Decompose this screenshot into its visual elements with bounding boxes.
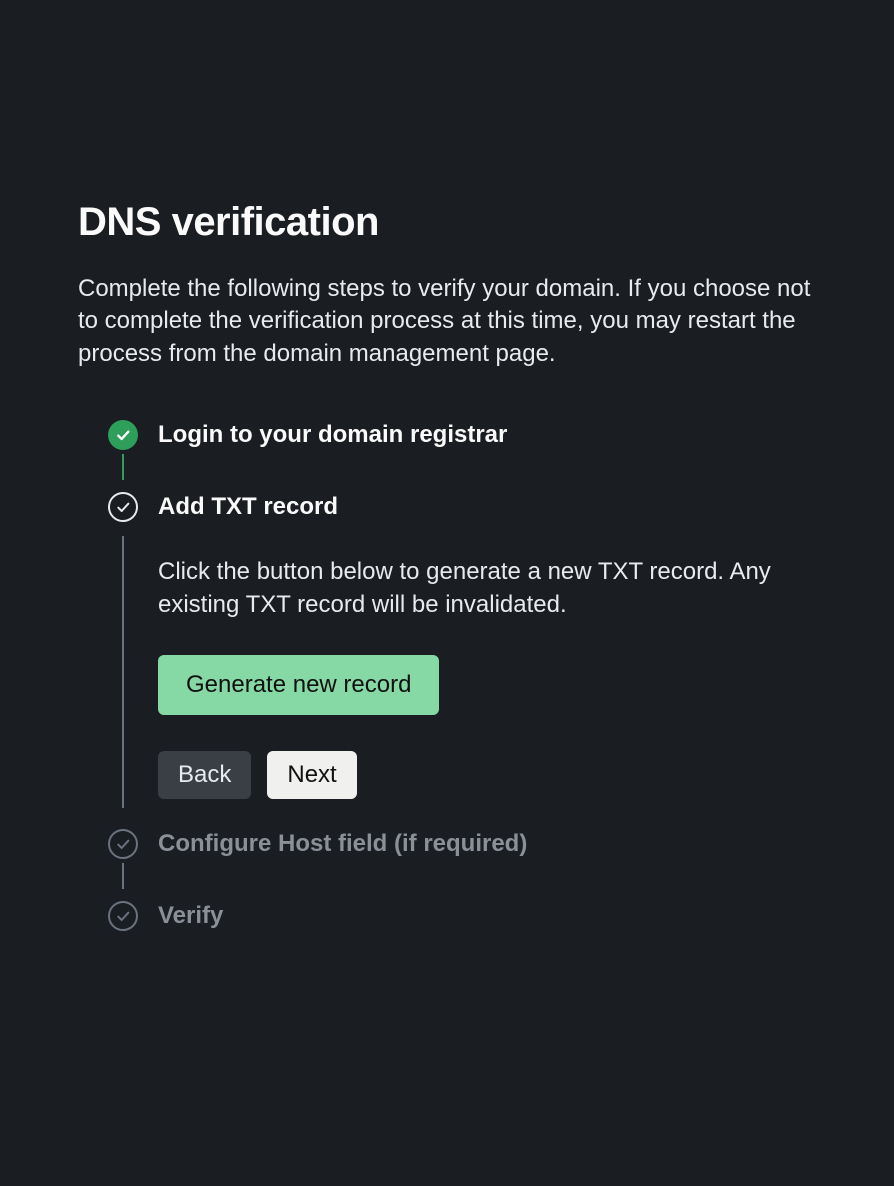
step-title: Add TXT record — [158, 492, 816, 522]
check-circle-icon — [108, 420, 138, 450]
steps-wizard: Login to your domain registrar Add TXT r… — [78, 420, 816, 961]
step-nav-buttons: Back Next — [158, 751, 816, 799]
page-description: Complete the following steps to verify y… — [78, 273, 816, 370]
next-button[interactable]: Next — [267, 751, 356, 799]
step-title: Configure Host field (if required) — [158, 829, 816, 859]
step-add-txt-record: Add TXT record Click the button below to… — [108, 492, 816, 829]
page-title: DNS verification — [78, 200, 816, 245]
step-description: Click the button below to generate a new… — [158, 556, 798, 621]
step-verify: Verify — [108, 901, 816, 961]
check-circle-icon — [108, 492, 138, 522]
check-circle-icon — [108, 901, 138, 931]
generate-record-button[interactable]: Generate new record — [158, 655, 439, 715]
step-title: Verify — [158, 901, 816, 931]
back-button[interactable]: Back — [158, 751, 251, 799]
step-title: Login to your domain registrar — [158, 420, 816, 450]
step-body: Click the button below to generate a new… — [158, 522, 816, 829]
step-connector — [122, 863, 124, 889]
step-connector — [122, 454, 124, 480]
step-login-registrar: Login to your domain registrar — [108, 420, 816, 492]
check-circle-icon — [108, 829, 138, 859]
step-connector — [122, 536, 124, 808]
step-configure-host: Configure Host field (if required) — [108, 829, 816, 901]
